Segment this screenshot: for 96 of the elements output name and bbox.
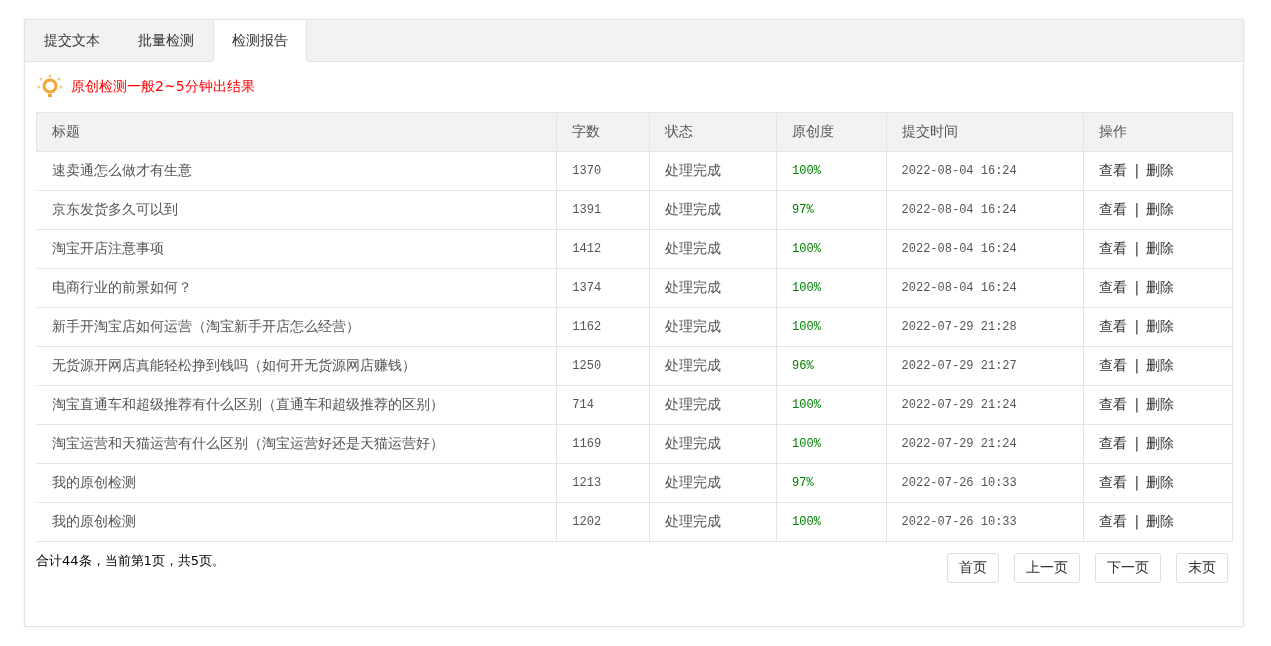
table-cell: 1162 [556,307,650,347]
view-link[interactable]: 查看 [1099,162,1128,178]
table-cell: 2022-07-29 21:27 [886,346,1084,386]
table-cell: 1169 [556,424,650,464]
table-cell: 我的原创检测 [36,502,557,542]
page-summary: 合计44条，当前第1页，共5页。 [36,552,226,570]
delete-link[interactable]: 删除 [1146,474,1175,490]
column-header: 标题 [36,112,557,152]
table-cell: 1391 [556,190,650,230]
table-cell: 96% [776,346,887,386]
table-cell: 2022-07-29 21:24 [886,385,1084,425]
table-cell: 处理完成 [649,268,777,308]
separator: | [1134,318,1140,334]
view-link[interactable]: 查看 [1099,357,1128,373]
table-cell: 1412 [556,229,650,269]
column-header: 字数 [556,112,650,152]
table-cell: 1370 [556,151,650,191]
table-cell: 处理完成 [649,190,777,230]
table-cell: 电商行业的前景如何？ [36,268,557,308]
table-cell: 淘宝开店注意事项 [36,229,557,269]
column-header: 提交时间 [886,112,1084,152]
table-cell: 我的原创检测 [36,463,557,503]
table-cell: 无货源开网店真能轻松挣到钱吗（如何开无货源网店赚钱） [36,346,557,386]
table-cell: 100% [776,151,887,191]
table-cell: 处理完成 [649,229,777,269]
table-cell: 2022-08-04 16:24 [886,190,1084,230]
table-cell: 2022-07-29 21:28 [886,307,1084,347]
column-header: 状态 [649,112,777,152]
table-cell: 714 [556,385,650,425]
table-cell: 1213 [556,463,650,503]
table-cell: 1250 [556,346,650,386]
delete-link[interactable]: 删除 [1146,357,1175,373]
view-link[interactable]: 查看 [1099,279,1128,295]
separator: | [1134,396,1140,412]
table-cell: 100% [776,502,887,542]
separator: | [1134,357,1140,373]
view-link[interactable]: 查看 [1099,435,1128,451]
delete-link[interactable]: 删除 [1146,240,1175,256]
table-cell: 处理完成 [649,346,777,386]
separator: | [1134,474,1140,490]
delete-link[interactable]: 删除 [1146,279,1175,295]
table-cell: 2022-08-04 16:24 [886,229,1084,269]
table-cell: 淘宝直通车和超级推荐有什么区别（直通车和超级推荐的区别） [36,385,557,425]
view-link[interactable]: 查看 [1099,513,1128,529]
delete-link[interactable]: 删除 [1146,162,1175,178]
table-cell: 2022-07-26 10:33 [886,463,1084,503]
table-cell: 2022-07-26 10:33 [886,502,1084,542]
page-button[interactable]: 首页 [947,553,999,583]
tab[interactable]: 检测报告 [213,20,307,62]
notice-text: 原创检测一般2~5分钟出结果 [71,78,255,96]
page-button[interactable]: 末页 [1176,553,1228,583]
table-cell: 2022-08-04 16:24 [886,151,1084,191]
delete-link[interactable]: 删除 [1146,201,1175,217]
table-cell: 2022-07-29 21:24 [886,424,1084,464]
view-link[interactable]: 查看 [1099,240,1128,256]
table-cell: 2022-08-04 16:24 [886,268,1084,308]
table-cell: 处理完成 [649,307,777,347]
table-cell: 100% [776,307,887,347]
tab[interactable]: 批量检测 [119,20,213,62]
tab[interactable]: 提交文本 [25,20,119,62]
table-cell: 97% [776,190,887,230]
view-link[interactable]: 查看 [1099,396,1128,412]
view-link[interactable]: 查看 [1099,474,1128,490]
separator: | [1134,279,1140,295]
separator: | [1134,513,1140,529]
table-cell: 1374 [556,268,650,308]
table-cell: 97% [776,463,887,503]
table-cell: 处理完成 [649,502,777,542]
table-cell: 100% [776,385,887,425]
delete-link[interactable]: 删除 [1146,396,1175,412]
separator: | [1134,240,1140,256]
table-cell: 处理完成 [649,424,777,464]
delete-link[interactable]: 删除 [1146,513,1175,529]
table-cell: 100% [776,268,887,308]
table-cell: 处理完成 [649,463,777,503]
table-cell: 速卖通怎么做才有生意 [36,151,557,191]
separator: | [1134,435,1140,451]
table-cell: 100% [776,424,887,464]
column-header: 原创度 [776,112,887,152]
table-cell: 1202 [556,502,650,542]
table-cell: 处理完成 [649,151,777,191]
table-cell: 处理完成 [649,385,777,425]
page-button[interactable]: 上一页 [1014,553,1080,583]
view-link[interactable]: 查看 [1099,201,1128,217]
table-cell: 新手开淘宝店如何运营（淘宝新手开店怎么经营） [36,307,557,347]
page-button[interactable]: 下一页 [1095,553,1161,583]
separator: | [1134,201,1140,217]
table-cell: 100% [776,229,887,269]
column-header: 操作 [1083,112,1233,152]
delete-link[interactable]: 删除 [1146,318,1175,334]
table-cell: 京东发货多久可以到 [36,190,557,230]
view-link[interactable]: 查看 [1099,318,1128,334]
separator: | [1134,162,1140,178]
lightbulb-icon [37,74,63,100]
delete-link[interactable]: 删除 [1146,435,1175,451]
table-cell: 淘宝运营和天猫运营有什么区别（淘宝运营好还是天猫运营好） [36,424,557,464]
